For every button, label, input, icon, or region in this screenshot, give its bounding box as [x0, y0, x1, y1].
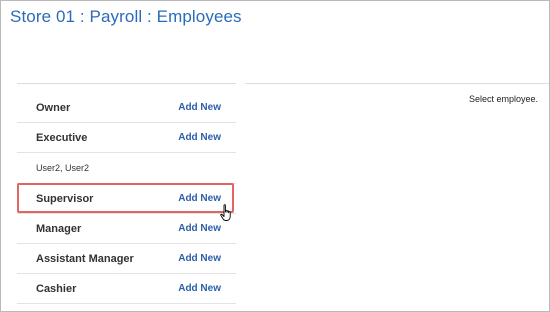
- hand-cursor-icon: [220, 204, 231, 221]
- employee-name[interactable]: User2, User2: [36, 163, 89, 173]
- role-label: Assistant Manager: [36, 253, 134, 265]
- add-new-assistant-manager-button[interactable]: Add New: [178, 253, 221, 264]
- role-row-owner: Owner Add New: [17, 93, 236, 123]
- role-row-cashier: Cashier Add New: [17, 274, 236, 304]
- add-new-executive-button[interactable]: Add New: [178, 132, 221, 143]
- add-new-cashier-button[interactable]: Add New: [178, 283, 221, 294]
- employee-row[interactable]: User2, User2: [17, 153, 236, 184]
- role-row-supervisor: Supervisor Add New: [17, 184, 236, 214]
- app-window: Store 01 : Payroll : Employees Select em…: [0, 0, 550, 312]
- role-row-assistant-manager: Assistant Manager Add New: [17, 244, 236, 274]
- details-placeholder: Select employee.: [469, 94, 539, 104]
- page-title: Store 01 : Payroll : Employees: [10, 7, 242, 26]
- role-row-executive: Executive Add New: [17, 123, 236, 153]
- add-new-owner-button[interactable]: Add New: [178, 102, 221, 113]
- add-new-supervisor-button[interactable]: Add New: [178, 193, 221, 204]
- role-list: Owner Add New Executive Add New User2, U…: [17, 93, 236, 304]
- role-label: Manager: [36, 223, 82, 235]
- role-row-manager: Manager Add New: [17, 214, 236, 244]
- role-label: Supervisor: [36, 193, 94, 205]
- details-divider: [245, 83, 549, 84]
- list-divider: [17, 83, 236, 84]
- add-new-manager-button[interactable]: Add New: [178, 223, 221, 234]
- role-label: Cashier: [36, 283, 77, 295]
- role-label: Owner: [36, 102, 71, 114]
- role-label: Executive: [36, 132, 88, 144]
